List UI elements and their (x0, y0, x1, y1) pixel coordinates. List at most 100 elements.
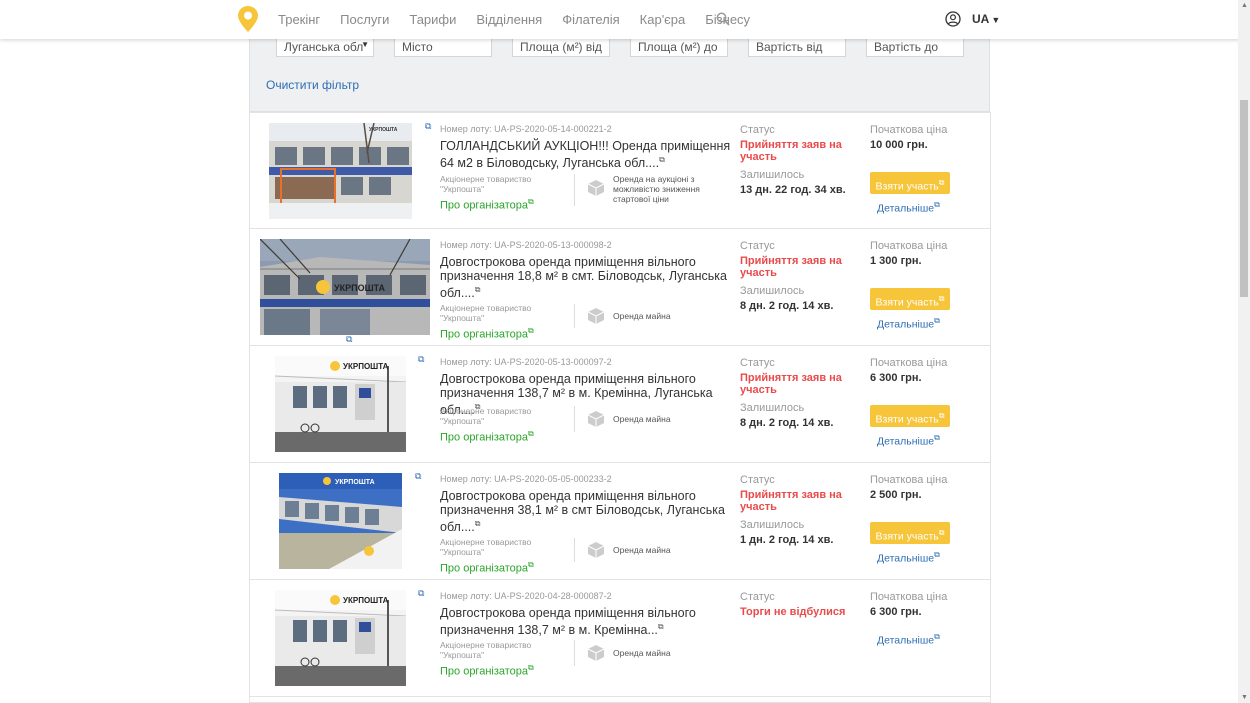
details-link[interactable]: Детальніше⧉ (877, 433, 940, 448)
package-icon (587, 180, 605, 196)
scroll-down-arrow-icon[interactable]: ▼ (1241, 694, 1248, 701)
participate-button[interactable]: Взяти участь⧉ (870, 172, 950, 194)
about-organizer-link[interactable]: Про організатора⧉ (440, 326, 534, 341)
time-left-label: Залишилось (740, 519, 805, 531)
lot-title[interactable]: ГОЛЛАНДСЬКИЙ АУКЦІОН!!! Оренда приміщенн… (440, 139, 732, 170)
about-organizer-link[interactable]: Про організатора⧉ (440, 560, 534, 575)
price-label: Початкова ціна (870, 474, 948, 486)
about-organizer-label: Про організатора (440, 328, 529, 341)
language-selector[interactable]: UA ▼ (972, 12, 1000, 26)
scrollbar-thumb[interactable] (1240, 100, 1248, 297)
time-left-value: 1 дн. 2 год. 14 хв. (740, 534, 834, 546)
region-select[interactable]: Луганська обл ▼ (276, 36, 374, 57)
details-label: Детальніше (877, 552, 935, 565)
participate-button[interactable]: Взяти участь⧉ (870, 522, 950, 544)
participate-button[interactable]: Взяти участь⧉ (870, 288, 950, 310)
thumb-watermark: УКРПОШТА (343, 596, 389, 605)
details-label: Детальніше (877, 634, 935, 647)
top-nav: Трекінг Послуги Тарифи Відділення Філате… (0, 0, 1250, 39)
lot-title-text: ГОЛЛАНДСЬКИЙ АУКЦІОН!!! Оренда приміщенн… (440, 139, 731, 171)
clear-filter-link[interactable]: Очистити фільтр (266, 78, 359, 92)
organizer-name: Акціонерне товариство "Укрпошта" (440, 406, 560, 426)
lot-number-label: Номер лоту: (440, 357, 495, 367)
time-left-label: Залишилось (740, 285, 805, 297)
nav-philately[interactable]: Філателія (562, 12, 619, 27)
details-link[interactable]: Детальніше⧉ (877, 550, 940, 565)
about-organizer-link[interactable]: Про організатора⧉ (440, 663, 534, 678)
lot-number-value: UA-PS-2020-05-05-000233-2 (494, 474, 612, 484)
details-link[interactable]: Детальніше⧉ (877, 632, 940, 647)
nav-career[interactable]: Кар'єра (640, 12, 686, 27)
price-to-input[interactable]: Вартість до (866, 36, 964, 57)
participate-label: Взяти участь (875, 413, 939, 426)
about-organizer-label: Про організатора (440, 431, 529, 444)
lot-title[interactable]: Довгострокова оренда приміщення вільного… (440, 255, 732, 300)
lot-photo[interactable]: УКРПОШТА (275, 356, 406, 452)
language-label: UA (972, 12, 990, 26)
lot-number-value: UA-PS-2020-05-14-000221-2 (494, 124, 612, 134)
external-link-icon: ⧉ (938, 178, 945, 187)
lot-title-text: Довгострокова оренда приміщення вільного… (440, 255, 728, 301)
lot-list: УКРПОШТА ⧉ Номер лоту: UA-PS-2020-05-14-… (249, 112, 991, 703)
lot-number-value: UA-PS-2020-05-13-000098-2 (494, 240, 612, 250)
details-label: Детальніше (877, 202, 935, 215)
external-link-icon: ⧉ (934, 200, 940, 209)
status-value: Прийняття заяв на участь (740, 489, 842, 513)
external-link-icon[interactable]: ⧉ (425, 121, 431, 132)
price-from-input[interactable]: Вартість від (748, 36, 846, 57)
price-value: 6 300 грн. (870, 606, 922, 618)
scroll-up-arrow-icon[interactable]: ▲ (1241, 2, 1248, 9)
area-from-input[interactable]: Площа (м²) від (512, 36, 610, 57)
external-link-icon[interactable]: ⧉ (418, 588, 424, 599)
status-value: Прийняття заяв на участь (740, 139, 842, 163)
about-organizer-link[interactable]: Про організатора⧉ (440, 197, 534, 212)
about-organizer-label: Про організатора (440, 562, 529, 575)
page-scrollbar[interactable]: ▲ ▼ (1238, 0, 1250, 703)
about-organizer-link[interactable]: Про організатора⧉ (440, 429, 534, 444)
lot-title-text: Довгострокова оренда приміщення вільного… (440, 489, 725, 535)
package-icon (587, 308, 605, 324)
details-link[interactable]: Детальніше⧉ (877, 200, 940, 215)
external-link-icon: ⧉ (938, 411, 945, 420)
nav-tracking[interactable]: Трекінг (278, 12, 320, 27)
external-link-icon[interactable]: ⧉ (346, 334, 352, 345)
search-icon[interactable] (716, 12, 730, 26)
city-input[interactable]: Місто (394, 36, 492, 57)
organizer-line2: "Укрпошта" (440, 650, 485, 660)
price-value: 10 000 грн. (870, 139, 928, 151)
chevron-down-icon: ▼ (991, 15, 1001, 25)
region-select-value: Луганська обл (284, 40, 364, 54)
price-label: Початкова ціна (870, 591, 948, 603)
price-label: Початкова ціна (870, 124, 948, 136)
external-link-icon[interactable]: ⧉ (415, 471, 421, 482)
lot-number-label: Номер лоту: (440, 474, 495, 484)
external-link-icon: ⧉ (934, 632, 940, 641)
lot-photo[interactable]: УКРПОШТА (279, 473, 402, 569)
participate-button[interactable]: Взяти участь⧉ (870, 405, 950, 427)
ukrposhta-logo-icon[interactable] (238, 6, 258, 32)
lot-title[interactable]: Довгострокова оренда приміщення вільного… (440, 489, 732, 534)
lot-title[interactable]: Довгострокова оренда приміщення вільного… (440, 606, 732, 637)
status-label: Статус (740, 591, 775, 603)
lot-card: УКРПОШТА ⧉ Номер лоту: UA-PS-2020-05-13-… (249, 229, 991, 346)
external-link-icon: ⧉ (657, 622, 664, 631)
details-link[interactable]: Детальніше⧉ (877, 316, 940, 331)
nav-services[interactable]: Послуги (340, 12, 389, 27)
lot-number-value: UA-PS-2020-05-13-000097-2 (494, 357, 612, 367)
lot-number: Номер лоту: UA-PS-2020-05-13-000097-2 (440, 357, 612, 367)
external-link-icon: ⧉ (528, 197, 534, 206)
area-to-input[interactable]: Площа (м²) до (630, 36, 728, 57)
participate-label: Взяти участь (875, 296, 939, 309)
divider (574, 174, 575, 206)
auction-type: Оренда майна (613, 648, 671, 658)
lot-photo[interactable]: УКРПОШТА (269, 123, 412, 219)
status-label: Статус (740, 474, 775, 486)
lot-photo[interactable]: УКРПОШТА (260, 239, 430, 335)
nav-tariffs[interactable]: Тарифи (409, 12, 456, 27)
user-account-icon[interactable] (945, 11, 961, 27)
nav-branches[interactable]: Відділення (476, 12, 542, 27)
price-value: 1 300 грн. (870, 255, 922, 267)
lot-number: Номер лоту: UA-PS-2020-05-13-000098-2 (440, 240, 612, 250)
lot-photo[interactable]: УКРПОШТА (275, 590, 406, 686)
external-link-icon[interactable]: ⧉ (418, 354, 424, 365)
